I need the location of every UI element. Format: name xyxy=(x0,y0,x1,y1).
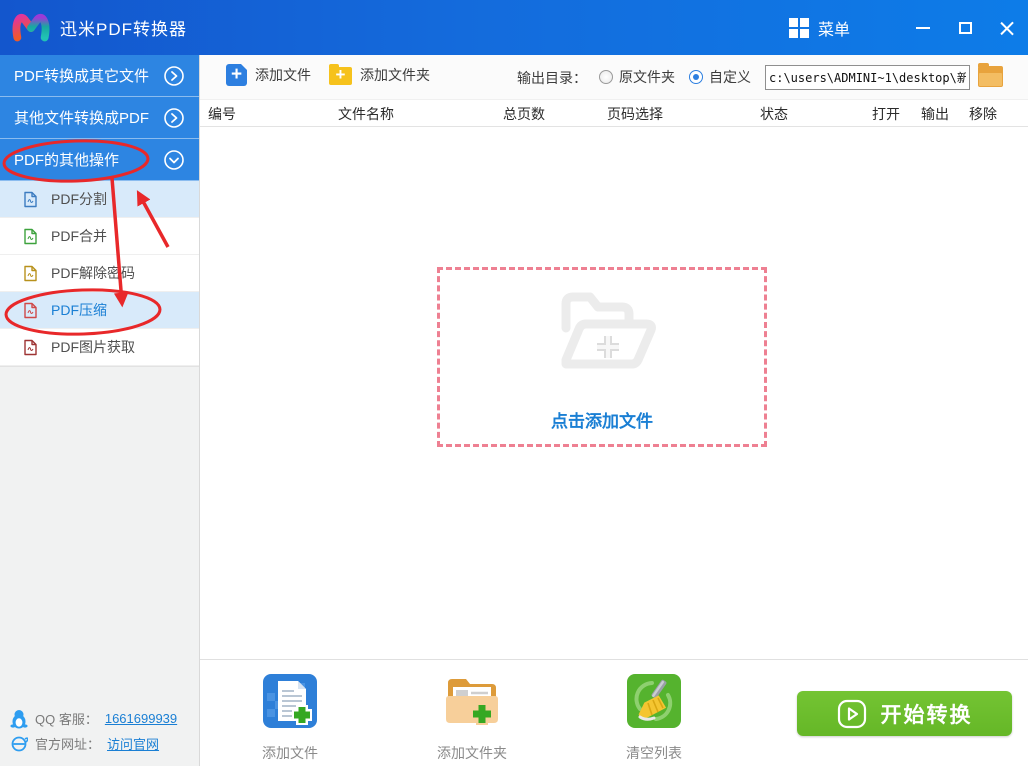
minimize-button[interactable] xyxy=(902,0,944,55)
file-list-area: 点击添加文件 xyxy=(200,127,1028,659)
bottombar: 添加文件 添加文件夹 清空列表 开始转换 xyxy=(200,659,1028,766)
start-convert-button[interactable]: 开始转换 xyxy=(797,691,1012,736)
bottom-add-folder-button[interactable]: 添加文件夹 xyxy=(412,673,532,763)
chevron-right-circle-icon xyxy=(164,107,184,128)
official-site-label: 官方网址： xyxy=(35,737,101,752)
qq-penguin-icon xyxy=(10,709,28,728)
pdf-doc-icon xyxy=(24,339,37,355)
close-icon xyxy=(1000,21,1014,35)
col-filename: 文件名称 xyxy=(338,106,394,122)
col-output: 输出 xyxy=(921,106,949,122)
sidebar-item-pdf-merge[interactable]: PDF合并 xyxy=(0,218,199,255)
chevron-right-circle-icon xyxy=(164,65,184,86)
add-file-label: 添加文件 xyxy=(255,67,311,83)
add-folder-icon xyxy=(329,64,352,85)
sidebar-item-pdf-remove-password[interactable]: PDF解除密码 xyxy=(0,255,199,292)
col-number: 编号 xyxy=(208,106,236,122)
radio-checked-icon[interactable] xyxy=(689,70,703,84)
app-window: 迅米PDF转换器 菜单 PDF转换成其它文件 其他文件转换成PDF PDF的其他… xyxy=(0,0,1028,766)
sidebar-item-label: PDF合并 xyxy=(51,228,107,244)
add-file-big-icon xyxy=(263,674,317,728)
col-open: 打开 xyxy=(872,106,900,122)
dropzone-add-files[interactable]: 点击添加文件 xyxy=(437,267,767,447)
add-folder-big-icon xyxy=(446,679,498,725)
clear-list-broom-icon xyxy=(627,674,681,728)
maximize-button[interactable] xyxy=(944,0,986,55)
sidebar-section-label: PDF的其他操作 xyxy=(14,152,120,169)
ie-browser-icon xyxy=(11,736,28,751)
output-path-input[interactable] xyxy=(765,65,970,90)
col-total-pages: 总页数 xyxy=(503,106,545,122)
sidebar-section-label: PDF转换成其它文件 xyxy=(14,68,150,85)
sidebar-submenu: PDF分割 PDF合并 PDF解除密码 PDF压缩 PDF图片获取 xyxy=(0,181,199,366)
sidebar-item-pdf-split[interactable]: PDF分割 xyxy=(0,181,199,218)
toolbar: 添加文件 添加文件夹 输出目录： 原文件夹 自定义 xyxy=(200,55,1028,100)
main-area: 添加文件 添加文件夹 输出目录： 原文件夹 自定义 编号 文件名 xyxy=(200,55,1028,766)
sidebar-filler xyxy=(0,366,199,367)
sidebar-item-pdf-compress[interactable]: PDF压缩 xyxy=(0,292,199,329)
pdf-doc-icon xyxy=(24,191,37,207)
col-remove: 移除 xyxy=(969,106,997,122)
add-file-button[interactable]: 添加文件 xyxy=(226,63,311,86)
menu-label: 菜单 xyxy=(817,21,850,39)
chevron-down-circle-icon xyxy=(164,149,184,170)
radio-custom[interactable]: 自定义 xyxy=(689,67,751,87)
minimize-icon xyxy=(916,26,930,29)
app-title: 迅米PDF转换器 xyxy=(60,20,187,39)
sidebar-section-other-to-pdf[interactable]: 其他文件转换成PDF xyxy=(0,97,199,139)
grid-menu-icon xyxy=(788,17,809,38)
menu-button[interactable]: 菜单 xyxy=(788,16,850,40)
qq-service-label: QQ 客服： xyxy=(35,712,98,727)
add-folder-label: 添加文件夹 xyxy=(360,66,430,83)
radio-icon[interactable] xyxy=(599,70,613,84)
sidebar-item-label: PDF解除密码 xyxy=(51,265,135,281)
sidebar-section-label: 其他文件转换成PDF xyxy=(14,110,150,127)
add-folder-button[interactable]: 添加文件夹 xyxy=(329,64,430,85)
clear-list-label: 清空列表 xyxy=(626,745,682,761)
dropzone-label: 点击添加文件 xyxy=(551,412,653,431)
clear-list-button[interactable]: 清空列表 xyxy=(594,673,714,763)
ghost-folder-plus-icon xyxy=(561,292,656,369)
col-page-select: 页码选择 xyxy=(607,106,663,122)
maximize-icon xyxy=(958,21,972,34)
pdf-doc-icon xyxy=(24,302,37,318)
sidebar-item-pdf-extract-images[interactable]: PDF图片获取 xyxy=(0,329,199,366)
close-button[interactable] xyxy=(986,0,1028,55)
titlebar: 迅米PDF转换器 菜单 xyxy=(0,0,1028,55)
play-icon xyxy=(837,699,866,728)
output-dir-label: 输出目录： xyxy=(517,70,587,86)
radio-original-label: 原文件夹 xyxy=(619,69,675,85)
bottom-add-file-button[interactable]: 添加文件 xyxy=(230,673,350,763)
sidebar-section-pdf-other-ops[interactable]: PDF的其他操作 xyxy=(0,139,199,181)
visit-site-link[interactable]: 访问官网 xyxy=(107,734,159,753)
sidebar-footer: QQ 客服： 1661699939 官方网址： 访问官网 xyxy=(0,706,200,756)
bottom-add-folder-label: 添加文件夹 xyxy=(437,745,507,761)
col-status: 状态 xyxy=(760,106,788,122)
qq-number-link[interactable]: 1661699939 xyxy=(105,711,177,726)
add-file-icon xyxy=(226,63,248,86)
sidebar: PDF转换成其它文件 其他文件转换成PDF PDF的其他操作 PDF分割 PDF… xyxy=(0,55,200,766)
start-convert-label: 开始转换 xyxy=(880,703,973,727)
sidebar-item-label: PDF分割 xyxy=(51,191,107,207)
browse-folder-button[interactable] xyxy=(978,63,1003,87)
app-logo-icon xyxy=(12,13,50,41)
sidebar-item-label: PDF图片获取 xyxy=(51,339,135,355)
pdf-doc-icon xyxy=(24,265,37,281)
pdf-doc-icon xyxy=(24,228,37,244)
sidebar-item-label: PDF压缩 xyxy=(51,302,107,318)
radio-original-folder[interactable]: 原文件夹 xyxy=(599,67,675,87)
radio-custom-label: 自定义 xyxy=(709,69,751,85)
sidebar-section-pdf-to-other[interactable]: PDF转换成其它文件 xyxy=(0,55,199,97)
bottom-add-file-label: 添加文件 xyxy=(262,745,318,761)
file-table-header: 编号 文件名称 总页数 页码选择 状态 打开 输出 移除 xyxy=(200,100,1028,127)
